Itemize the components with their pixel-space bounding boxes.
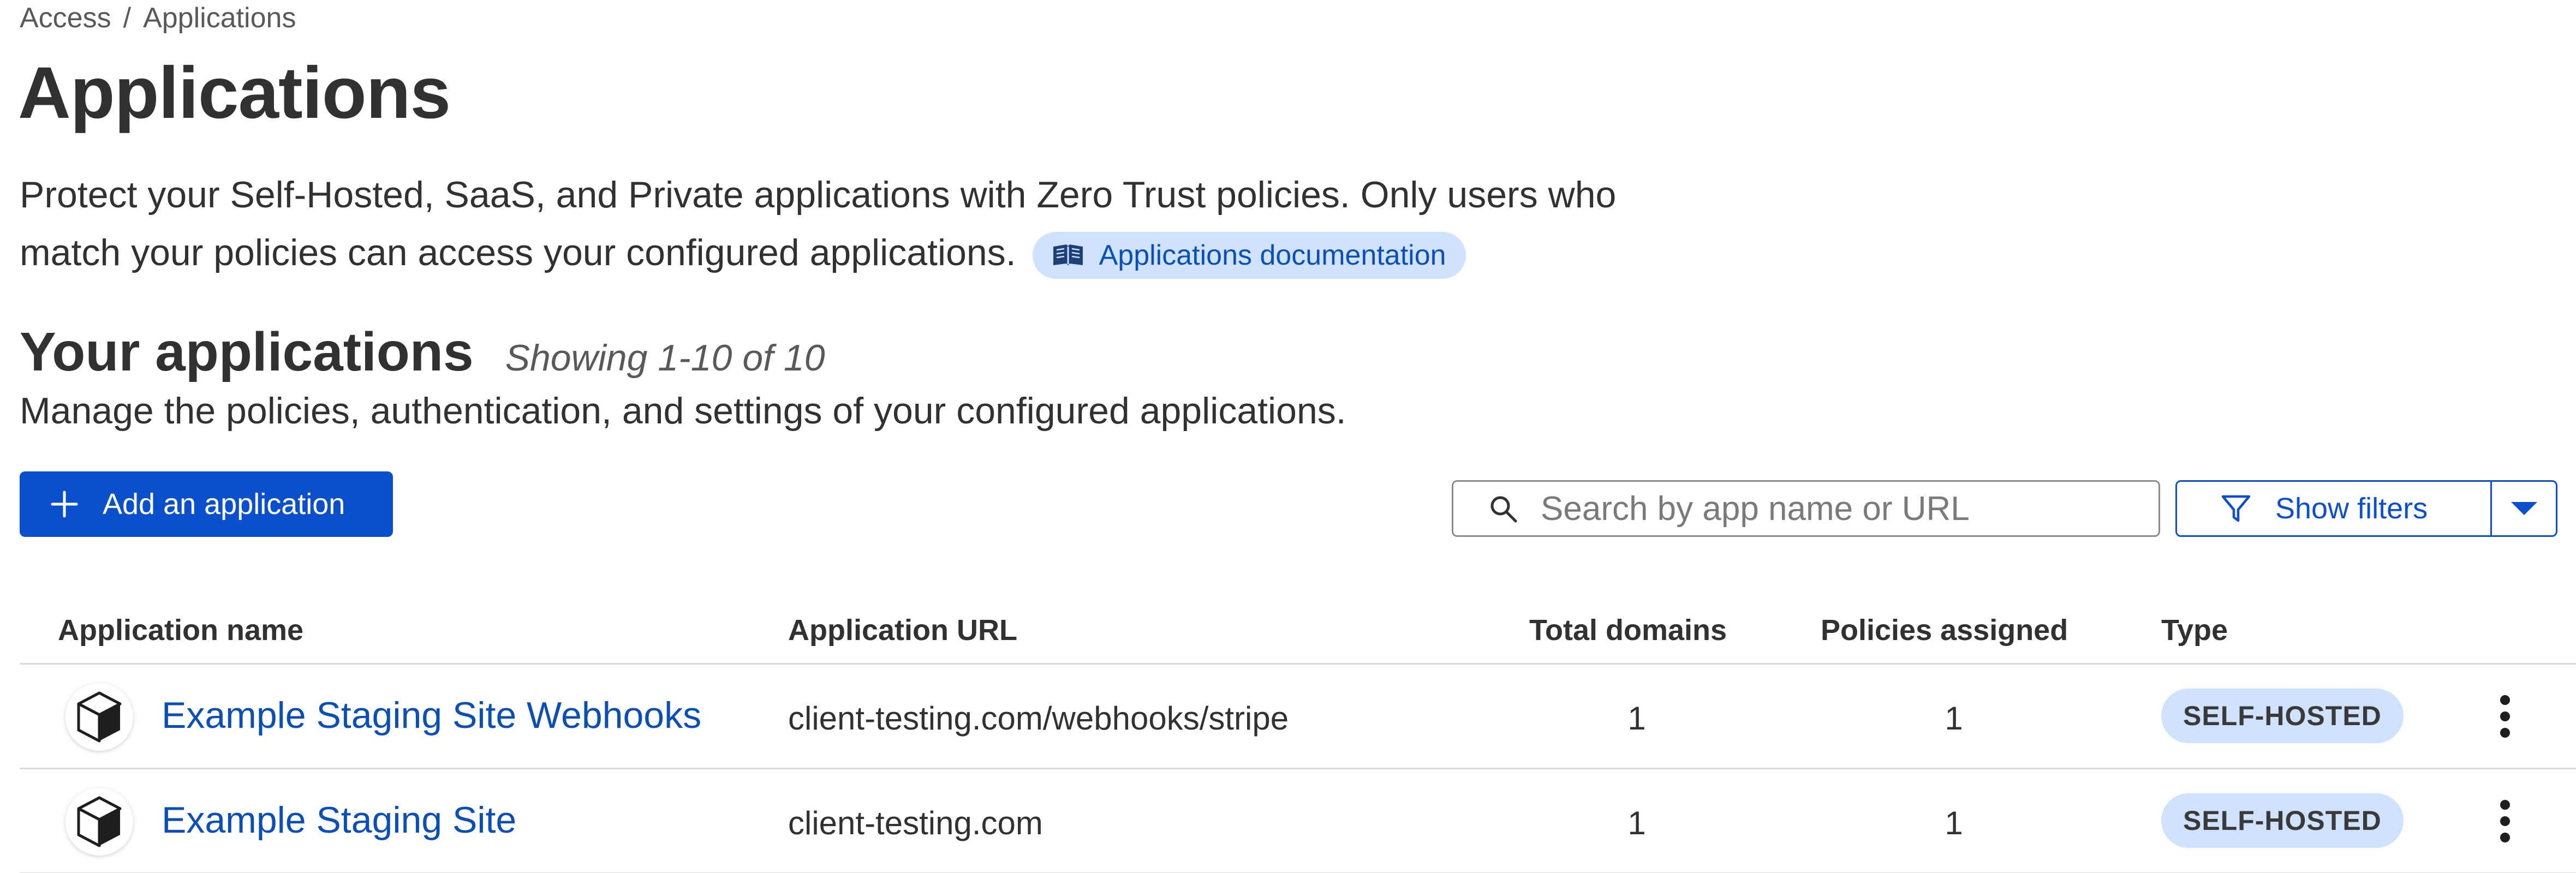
column-header-application-name[interactable]: Application name <box>58 613 303 647</box>
doc-link-label: Applications documentation <box>1099 240 1446 272</box>
column-header-total-domains[interactable]: Total domains <box>1529 613 1727 647</box>
cube-icon <box>77 796 122 847</box>
kebab-menu-icon <box>2500 695 2510 738</box>
filters-control: Show filters <box>2175 480 2557 537</box>
type-badge: SELF-HOSTED <box>2161 689 2404 743</box>
breadcrumb: Access / Applications <box>20 0 296 36</box>
search-icon <box>1490 496 1517 523</box>
search-input[interactable] <box>1541 489 2141 528</box>
add-application-button[interactable]: Add an application <box>20 471 393 537</box>
chevron-down-icon <box>2511 502 2537 515</box>
cube-icon <box>77 691 122 743</box>
section-header: Your applications Showing 1-10 of 10 <box>20 321 825 384</box>
applications-documentation-link[interactable]: Applications documentation <box>1032 232 1466 279</box>
filters-dropdown-toggle[interactable] <box>2490 482 2556 535</box>
table-row: Example Staging Site client-testing.com … <box>20 769 2576 873</box>
table-header: Application name Application URL Total d… <box>20 591 2576 665</box>
breadcrumb-applications[interactable]: Applications <box>143 2 296 34</box>
section-title: Your applications <box>20 321 474 382</box>
breadcrumb-access[interactable]: Access <box>20 2 111 34</box>
total-domains-value: 1 <box>1627 700 1646 737</box>
application-name-link[interactable]: Example Staging Site <box>162 799 516 841</box>
page-title: Applications <box>18 52 451 134</box>
applications-table: Application name Application URL Total d… <box>20 591 2576 873</box>
total-domains-value: 1 <box>1627 805 1646 841</box>
kebab-menu-icon <box>2500 800 2510 842</box>
page-description: Protect your Self-Hosted, SaaS, and Priv… <box>20 166 1684 282</box>
search-box[interactable] <box>1452 480 2160 537</box>
column-header-application-url[interactable]: Application URL <box>788 613 1017 647</box>
show-filters-button[interactable]: Show filters <box>2177 482 2490 535</box>
row-actions-menu[interactable] <box>2489 791 2521 851</box>
policies-assigned-value: 1 <box>1945 805 1963 841</box>
add-application-label: Add an application <box>103 488 345 521</box>
type-badge: SELF-HOSTED <box>2161 793 2404 848</box>
breadcrumb-separator: / <box>123 2 132 34</box>
table-row: Example Staging Site Webhooks client-tes… <box>20 665 2576 769</box>
application-url: client-testing.com/webhooks/stripe <box>788 700 1289 737</box>
application-name-link[interactable]: Example Staging Site Webhooks <box>162 694 701 737</box>
app-icon-container <box>65 788 133 856</box>
book-icon <box>1053 244 1083 266</box>
row-actions-menu[interactable] <box>2489 686 2521 746</box>
column-header-type[interactable]: Type <box>2161 613 2228 647</box>
show-filters-label: Show filters <box>2275 492 2428 525</box>
application-url: client-testing.com <box>788 805 1043 841</box>
plus-icon <box>51 491 78 518</box>
column-header-policies-assigned[interactable]: Policies assigned <box>1821 613 2068 647</box>
applications-page: Access / Applications Applications Prote… <box>0 0 2576 873</box>
policies-assigned-value: 1 <box>1945 700 1963 737</box>
app-icon-container <box>65 683 133 751</box>
filter-icon <box>2221 495 2251 522</box>
results-count: Showing 1-10 of 10 <box>505 337 825 379</box>
section-subtitle: Manage the policies, authentication, and… <box>20 390 1346 432</box>
